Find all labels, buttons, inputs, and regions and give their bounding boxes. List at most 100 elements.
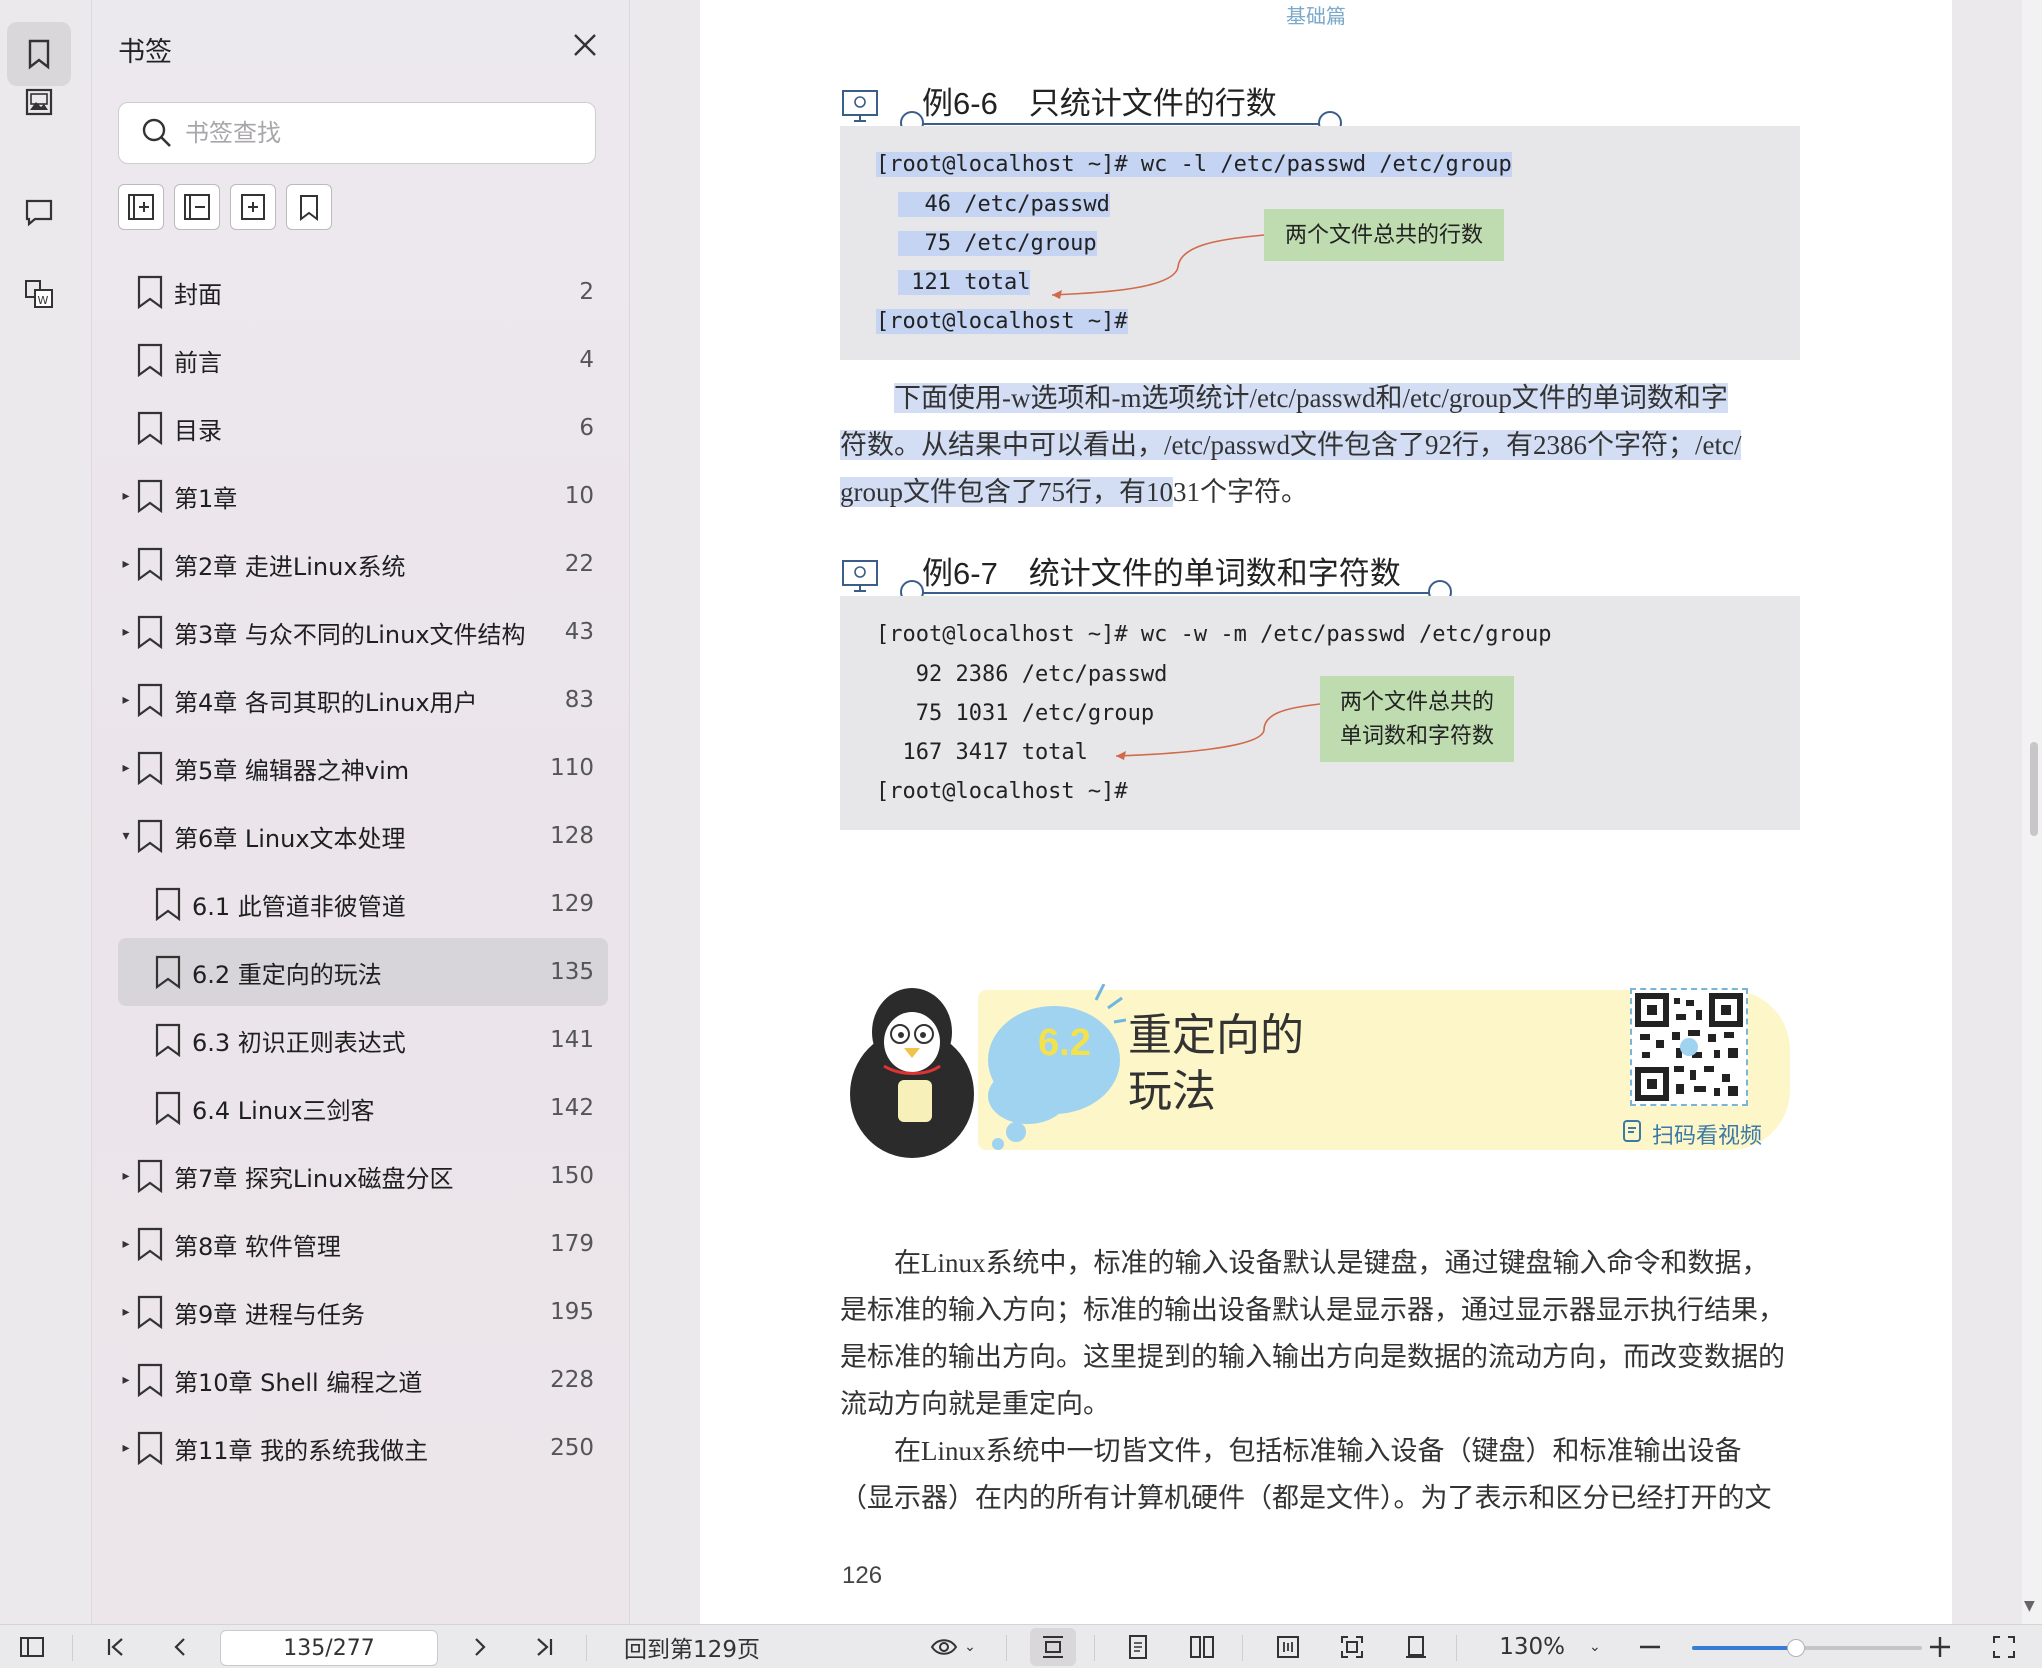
cloud-icon (988, 984, 1126, 1150)
expand-all-button[interactable] (118, 184, 164, 230)
bookmark-item[interactable]: 封面 2 (118, 258, 608, 326)
bookmark-search-input[interactable] (185, 119, 585, 147)
bookmark-item[interactable]: 目录 6 (118, 394, 608, 462)
fullscreen-button[interactable] (1984, 1625, 2024, 1668)
qr-code[interactable] (1630, 988, 1748, 1106)
bookmark-item[interactable]: ▸ 第2章 走进Linux系统 22 (118, 530, 608, 598)
previous-page-button[interactable] (160, 1625, 200, 1668)
panel-title: 书签 (118, 37, 172, 68)
bookmark-page-number: 4 (579, 347, 594, 373)
last-page-button[interactable] (524, 1625, 564, 1668)
bookmark-item[interactable]: ▸ 第7章 探究Linux磁盘分区 150 (118, 1142, 608, 1210)
chevron-right-icon[interactable]: ▸ (116, 760, 136, 776)
rotate-page-button[interactable] (1394, 1625, 1438, 1668)
bookmark-icon (137, 547, 163, 582)
bookmark-icon (137, 411, 163, 446)
bookmark-item[interactable]: ▸ 第9章 进程与任务 195 (118, 1278, 608, 1346)
zoom-slider-knob[interactable] (1786, 1639, 1805, 1657)
paragraph-line: 在Linux系统中，标准的输入设备默认是键盘，通过键盘输入命令和数据， (894, 1248, 1769, 1278)
toggle-sidebar-button[interactable] (12, 1625, 52, 1668)
bookmark-page-number: 141 (550, 1027, 594, 1053)
toolbar-divider (1006, 1635, 1007, 1661)
bookmark-item[interactable]: 6.1 此管道非彼管道 129 (118, 870, 608, 938)
bookmark-item[interactable]: ▸ 第8章 软件管理 179 (118, 1210, 608, 1278)
thumbnail-panel-button[interactable] (7, 70, 71, 134)
fit-width-button[interactable] (1266, 1625, 1310, 1668)
bookmark-item[interactable]: 前言 4 (118, 326, 608, 394)
chevron-left-icon (174, 1638, 185, 1656)
callout-arrow (1115, 703, 1321, 760)
chevron-right-icon[interactable]: ▸ (116, 556, 136, 572)
bookmark-label: 第5章 编辑器之神vim (174, 756, 410, 785)
bookmark-page-number: 150 (550, 1163, 594, 1189)
paragraph-line: 符数。从结果中可以看出，/etc/passwd文件包含了92行，有2386个字符… (840, 430, 1742, 460)
bookmark-search[interactable] (118, 102, 596, 164)
bookmark-label: 第6章 Linux文本处理 (174, 824, 406, 853)
sidebar-toggle-icon (20, 1637, 44, 1657)
bookmark-icon (137, 615, 163, 650)
view-mode-dropdown[interactable]: ⌄ (918, 1625, 988, 1668)
bookmark-page-number: 83 (564, 687, 594, 713)
zoom-level-dropdown[interactable]: 130% ⌄ (1480, 1625, 1620, 1668)
minus-icon (1640, 1645, 1660, 1649)
chevron-right-icon[interactable]: ▸ (116, 1236, 136, 1252)
bookmark-item[interactable]: 6.3 初识正则表达式 141 (118, 1006, 608, 1074)
paragraph-line: group文件包含了75行，有10 (840, 477, 1173, 507)
bookmark-item[interactable]: 6.2 重定向的玩法 135 (118, 938, 608, 1006)
next-page-button[interactable] (460, 1625, 500, 1668)
chevron-down-icon[interactable]: ▾ (116, 828, 136, 844)
body-paragraph: 在Linux系统中一切皆文件，包括标准输入设备（键盘）和标准输出设备 （显示器）… (840, 1428, 1800, 1522)
bookmark-item[interactable]: ▸ 第4章 各司其职的Linux用户 83 (118, 666, 608, 734)
bookmark-item[interactable]: ▸ 第10章 Shell 编程之道 228 (118, 1346, 608, 1414)
first-page-button[interactable] (96, 1625, 136, 1668)
bookmark-label: 6.1 此管道非彼管道 (192, 892, 406, 921)
chevron-right-icon[interactable]: ▸ (116, 1168, 136, 1184)
code-line: 92 2386 /etc/passwd (876, 662, 1168, 687)
bookmark-item[interactable]: ▸ 第11章 我的系统我做主 250 (118, 1414, 608, 1482)
scan-icon (1623, 1120, 1641, 1142)
two-page-button[interactable] (1180, 1625, 1224, 1668)
bookmark-page-number: 179 (550, 1231, 594, 1257)
chevron-right-icon[interactable]: ▸ (116, 1440, 136, 1456)
zoom-out-button[interactable] (1630, 1625, 1670, 1668)
comment-panel-button[interactable] (7, 180, 71, 244)
code-line: [root@localhost ~]# wc -l /etc/passwd /e… (876, 152, 1512, 177)
plus-icon (1930, 1637, 1950, 1657)
convert-word-button[interactable]: W (7, 262, 71, 326)
bookmark-label: 第10章 Shell 编程之道 (174, 1368, 423, 1397)
chevron-right-icon[interactable]: ▸ (116, 1372, 136, 1388)
chevron-right-icon[interactable]: ▸ (116, 624, 136, 640)
bookmark-icon (155, 1023, 181, 1058)
close-icon (574, 34, 596, 56)
bookmark-tools (118, 184, 332, 230)
add-bookmark-button[interactable] (230, 184, 276, 230)
chevron-right-icon[interactable]: ▸ (116, 1304, 136, 1320)
single-page-button[interactable] (1116, 1625, 1160, 1668)
computer-icon (842, 560, 878, 592)
scroll-down-arrow-icon[interactable]: ▼ (2024, 1598, 2035, 1614)
bookmark-tag-button[interactable] (286, 184, 332, 230)
close-panel-button[interactable] (566, 26, 604, 64)
fit-page-button[interactable] (1330, 1625, 1374, 1668)
bookmark-page-number: 142 (550, 1095, 594, 1121)
bookmark-item[interactable]: ▸ 第5章 编辑器之神vim 110 (118, 734, 608, 802)
computer-icon (842, 90, 878, 122)
back-to-page-button[interactable]: 回到第129页 (612, 1625, 772, 1668)
continuous-scroll-button[interactable] (1030, 1628, 1076, 1666)
bookmark-item[interactable]: 6.4 Linux三剑客 142 (118, 1074, 608, 1142)
bookmark-tag-icon (300, 195, 318, 221)
toolbar-divider (72, 1635, 73, 1661)
bookmark-label: 封面 (174, 280, 222, 309)
bookmark-item[interactable]: ▾ 第6章 Linux文本处理 128 (118, 802, 608, 870)
chevron-right-icon[interactable]: ▸ (116, 488, 136, 504)
first-page-icon (107, 1638, 123, 1656)
collapse-all-button[interactable] (174, 184, 220, 230)
bookmark-item[interactable]: ▸ 第1章 10 (118, 462, 608, 530)
scrollbar-thumb[interactable] (2030, 742, 2038, 836)
chevron-right-icon[interactable]: ▸ (116, 692, 136, 708)
bookmark-page-number: 110 (550, 755, 594, 781)
page-number-input[interactable] (220, 1630, 438, 1666)
paragraph-line: 31个字符。 (1173, 477, 1308, 507)
bookmark-item[interactable]: ▸ 第3章 与众不同的Linux文件结构 43 (118, 598, 608, 666)
zoom-in-button[interactable] (1920, 1625, 1960, 1668)
